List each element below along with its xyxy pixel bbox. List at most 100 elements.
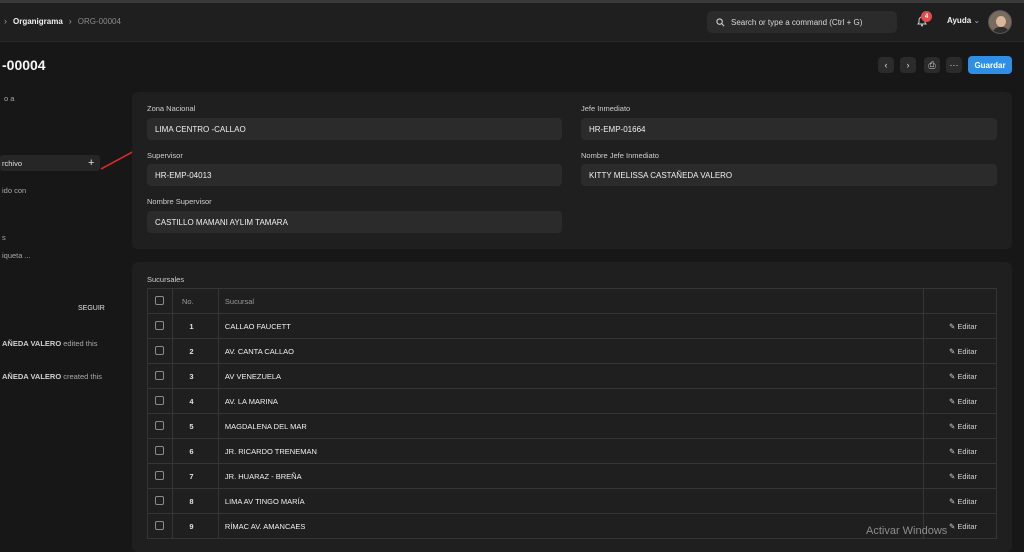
avatar[interactable] <box>988 10 1012 34</box>
edit-row-button[interactable]: ✎ Editar <box>923 463 997 489</box>
sidebar-add-tag[interactable]: iqueta ... <box>2 251 31 260</box>
activity-user: AÑEDA VALERO <box>2 372 62 381</box>
select-all-checkbox[interactable] <box>155 295 165 305</box>
edit-row-button[interactable]: ✎ Editar <box>923 488 997 514</box>
zona-nacional-label: Zona Nacional <box>147 104 196 113</box>
table-row[interactable]: 7 JR. HUARAZ - BREÑA ✎ Editar <box>147 463 997 489</box>
avatar-body <box>992 27 1010 33</box>
row-sucursal: JR. RICARDO TRENEMAN <box>217 438 925 464</box>
sidebar-assigned-label: o a <box>4 94 15 103</box>
edit-row-button[interactable]: ✎ Editar <box>923 313 997 339</box>
pencil-icon: ✎ <box>949 446 956 456</box>
search-placeholder: Search or type a command (Ctrl + G) <box>731 17 863 27</box>
sucursales-table: No. Sucursal 1 CALLAO FAUCETT ✎ Editar 2 AV.… <box>147 288 997 539</box>
row-select-cell <box>147 513 173 539</box>
row-number: 9 <box>171 513 219 539</box>
sidebar-attachments-label: rchivo <box>2 159 23 168</box>
edit-label: Editar <box>957 321 977 331</box>
table-header-row: No. Sucursal <box>147 288 997 314</box>
jefe-inmediato-label: Jefe Inmediato <box>581 104 631 113</box>
edit-row-button[interactable]: ✎ Editar <box>923 338 997 364</box>
edit-label: Editar <box>957 421 977 431</box>
sidebar-shared-label: ido con <box>2 186 27 195</box>
row-sucursal: LIMA AV TINGO MARÍA <box>217 488 925 514</box>
row-checkbox[interactable] <box>155 395 165 405</box>
edit-row-button[interactable]: ✎ Editar <box>923 438 997 464</box>
table-row[interactable]: 4 AV. LA MARINA ✎ Editar <box>147 388 997 414</box>
activity-action: created this <box>63 372 103 381</box>
activity-item: AÑEDA VALERO edited this <box>2 339 97 348</box>
activation-watermark: Activar Windows <box>866 525 948 537</box>
activity-user: AÑEDA VALERO <box>2 339 62 348</box>
table-row[interactable]: 1 CALLAO FAUCETT ✎ Editar <box>147 313 997 339</box>
row-checkbox[interactable] <box>155 520 165 530</box>
row-sucursal: JR. HUARAZ - BREÑA <box>217 463 925 489</box>
avatar-face <box>996 16 1006 27</box>
prev-button[interactable]: ‹ <box>878 57 894 73</box>
row-checkbox[interactable] <box>155 370 165 380</box>
help-label: Ayuda <box>947 16 972 25</box>
row-number: 5 <box>171 413 219 439</box>
edit-row-button[interactable]: ✎ Editar <box>923 413 997 439</box>
row-checkbox[interactable] <box>155 345 165 355</box>
breadcrumb: › Organigrama › ORG-00004 <box>4 16 121 26</box>
breadcrumb-current[interactable]: ORG-00004 <box>78 17 121 26</box>
table-row[interactable]: 5 MAGDALENA DEL MAR ✎ Editar <box>147 413 997 439</box>
row-sucursal: CALLAO FAUCETT <box>217 313 925 339</box>
pencil-icon: ✎ <box>949 346 956 356</box>
more-button[interactable]: ··· <box>946 57 962 73</box>
add-attachment-icon[interactable]: + <box>88 157 94 169</box>
edit-label: Editar <box>957 496 977 506</box>
row-number: 3 <box>171 363 219 389</box>
help-menu[interactable]: Ayuda ⌄ <box>947 16 980 25</box>
nombre-supervisor-field[interactable]: CASTILLO MAMANI AYLIM TAMARA <box>147 211 562 233</box>
edit-label: Editar <box>957 396 977 406</box>
table-row[interactable]: 6 JR. RICARDO TRENEMAN ✎ Editar <box>147 438 997 464</box>
column-header-sucursal: Sucursal <box>217 288 925 314</box>
row-checkbox[interactable] <box>155 495 165 505</box>
table-row[interactable]: 2 AV. CANTA CALLAO ✎ Editar <box>147 338 997 364</box>
row-number: 2 <box>171 338 219 364</box>
search-bar[interactable]: Search or type a command (Ctrl + G) <box>707 11 897 33</box>
edit-row-button[interactable]: ✎ Editar <box>923 388 997 414</box>
edit-label: Editar <box>957 371 977 381</box>
supervisor-field[interactable]: HR-EMP-04013 <box>147 164 562 186</box>
nombre-supervisor-label: Nombre Supervisor <box>147 197 212 206</box>
search-icon <box>716 17 725 26</box>
row-checkbox[interactable] <box>155 420 165 430</box>
follow-button[interactable]: SEGUIR <box>78 305 105 312</box>
row-number: 6 <box>171 438 219 464</box>
nombre-jefe-label: Nombre Jefe Inmediato <box>581 151 659 160</box>
row-checkbox[interactable] <box>155 470 165 480</box>
row-sucursal: AV. CANTA CALLAO <box>217 338 925 364</box>
save-button[interactable]: Guardar <box>968 56 1012 74</box>
breadcrumb-parent[interactable]: Organigrama <box>13 17 63 26</box>
print-button[interactable]: ⎙ <box>924 57 940 73</box>
notification-badge: 4 <box>921 11 932 22</box>
edit-row-button[interactable]: ✎ Editar <box>923 363 997 389</box>
pencil-icon: ✎ <box>949 521 956 531</box>
pencil-icon: ✎ <box>949 321 956 331</box>
jefe-inmediato-field[interactable]: HR-EMP-01664 <box>581 118 997 140</box>
row-checkbox[interactable] <box>155 445 165 455</box>
activity-action: edited this <box>63 339 98 348</box>
chevron-right-icon: › <box>68 16 72 26</box>
chevron-right-icon: › <box>4 16 7 26</box>
next-button[interactable]: › <box>900 57 916 73</box>
table-row[interactable]: 3 AV VENEZUELA ✎ Editar <box>147 363 997 389</box>
row-sucursal: AV. LA MARINA <box>217 388 925 414</box>
printer-icon: ⎙ <box>928 59 936 70</box>
pencil-icon: ✎ <box>949 396 956 406</box>
zona-nacional-field[interactable]: LIMA CENTRO -CALLAO <box>147 118 562 140</box>
column-header-no: No. <box>171 288 219 314</box>
row-checkbox[interactable] <box>155 320 165 330</box>
row-sucursal: RÍMAC AV. AMANCAES <box>217 513 925 539</box>
row-select-cell <box>147 413 173 439</box>
nombre-jefe-field[interactable]: KITTY MELISSA CASTAÑEDA VALERO <box>581 164 997 186</box>
table-row[interactable]: 8 LIMA AV TINGO MARÍA ✎ Editar <box>147 488 997 514</box>
row-select-cell <box>147 338 173 364</box>
row-select-cell <box>147 438 173 464</box>
sidebar-tags-label: s <box>2 233 6 242</box>
chevron-down-icon: ⌄ <box>973 16 981 25</box>
edit-label: Editar <box>957 521 977 531</box>
